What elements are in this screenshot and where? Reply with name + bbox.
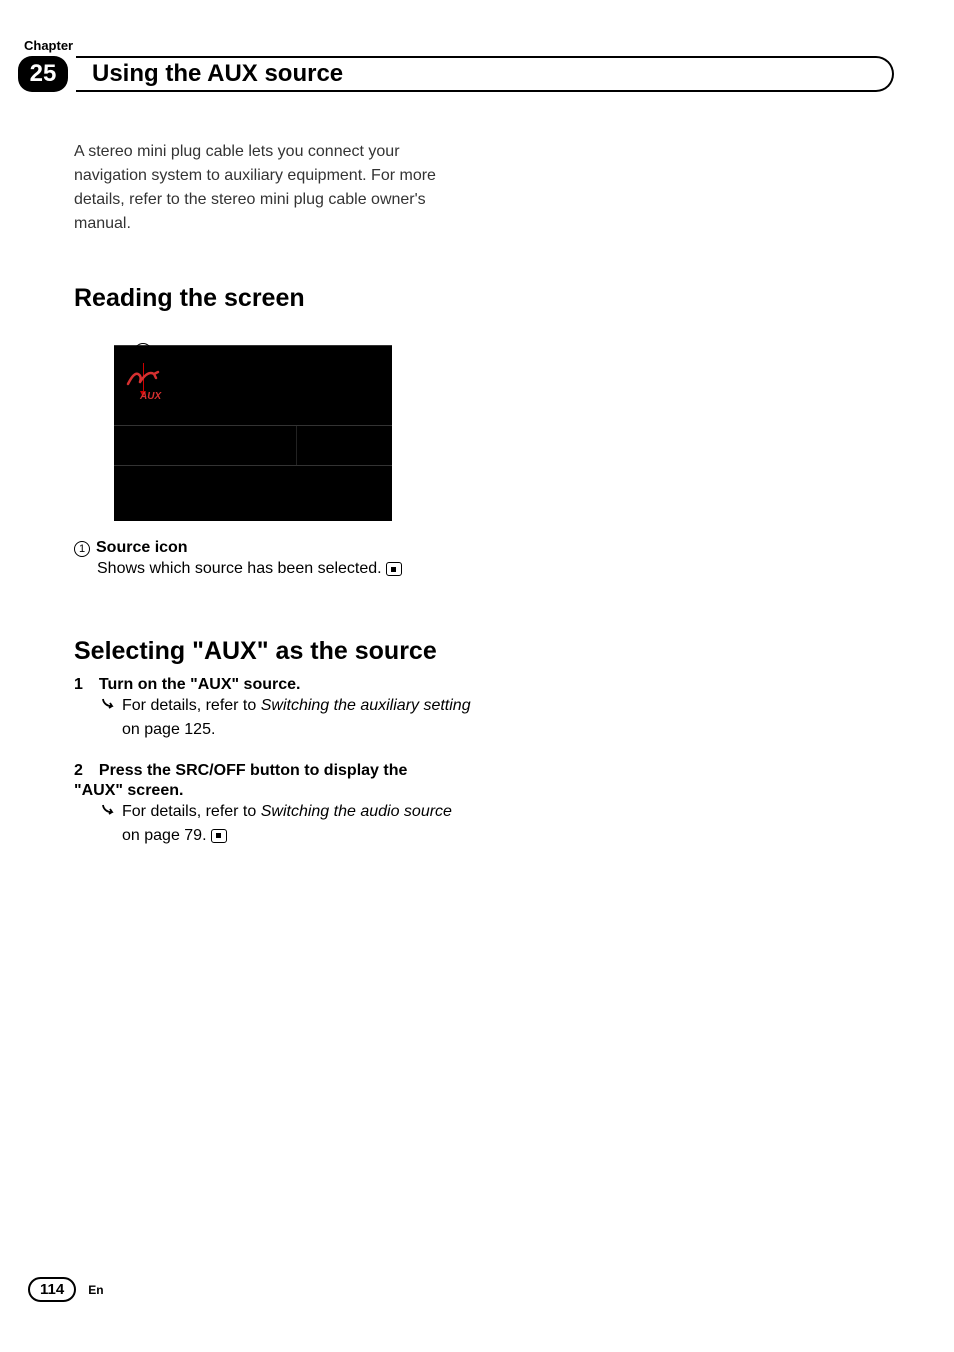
reference-arrow-icon bbox=[102, 698, 116, 710]
heading-text-pre: Selecting " bbox=[74, 637, 204, 665]
section-end-icon bbox=[386, 562, 402, 576]
step1-detail-pre: For details, refer to bbox=[122, 697, 261, 714]
page-language: En bbox=[88, 1283, 103, 1297]
legend-description: Shows which source has been selected. bbox=[97, 557, 382, 581]
heading-text-aux: AUX bbox=[204, 637, 257, 665]
step-2: 2 Press the SRC/OFF button to display th… bbox=[74, 762, 474, 800]
section-heading-reading: Reading the screen bbox=[74, 284, 474, 313]
step-2-number: 2 bbox=[74, 762, 83, 780]
page-number: 114 bbox=[28, 1277, 76, 1302]
step-1-number: 1 bbox=[74, 676, 83, 694]
step2-detail-ref: Switching the audio source bbox=[261, 803, 452, 820]
page-footer: 114 En bbox=[28, 1277, 104, 1302]
callout-marker: 1 bbox=[134, 343, 152, 361]
intro-paragraph: A stereo mini plug cable lets you connec… bbox=[74, 140, 474, 236]
section-end-icon bbox=[211, 829, 227, 843]
step1-detail-post: on page 125. bbox=[122, 721, 215, 738]
chapter-number-badge: 25 bbox=[18, 56, 68, 92]
legend-number: 1 bbox=[74, 541, 90, 557]
step2-detail-post: on page 79. bbox=[122, 827, 207, 844]
step-1: 1 Turn on the "AUX" source. For details,… bbox=[74, 676, 474, 742]
step-2-title-line2: "AUX" screen. bbox=[74, 782, 474, 800]
step2-detail-pre: For details, refer to bbox=[122, 803, 261, 820]
screenshot-callout-area: 1 AUX bbox=[114, 345, 474, 521]
step-1-title: Turn on the "AUX" source. bbox=[99, 676, 301, 694]
legend-title: Source icon bbox=[96, 539, 188, 557]
screenshot-mid-left bbox=[114, 426, 297, 465]
step-2-detail: For details, refer to Switching the audi… bbox=[122, 800, 474, 848]
chapter-title-container: Using the AUX source bbox=[76, 56, 894, 92]
screenshot-legend: 1 Source icon Shows which source has bee… bbox=[74, 539, 474, 581]
step-2-title-line1: Press the SRC/OFF button to display the bbox=[99, 762, 407, 780]
chapter-title: Using the AUX source bbox=[92, 60, 343, 88]
step-1-detail: For details, refer to Switching the auxi… bbox=[122, 694, 474, 742]
chapter-label: Chapter bbox=[24, 38, 73, 53]
screenshot-bottom-band bbox=[114, 465, 392, 521]
device-screenshot: AUX bbox=[114, 345, 392, 521]
aux-icon-label: AUX bbox=[140, 391, 161, 402]
reference-arrow-icon bbox=[102, 804, 116, 816]
chapter-header: 25 Using the AUX source bbox=[18, 56, 894, 92]
screenshot-top-band: AUX bbox=[114, 345, 392, 425]
heading-text-post: " as the source bbox=[257, 637, 437, 665]
step1-detail-ref: Switching the auxiliary setting bbox=[261, 697, 471, 714]
aux-source-icon: AUX bbox=[126, 366, 170, 406]
screenshot-mid-band bbox=[114, 425, 392, 465]
section-heading-selecting: Selecting "AUX" as the source bbox=[74, 637, 474, 666]
